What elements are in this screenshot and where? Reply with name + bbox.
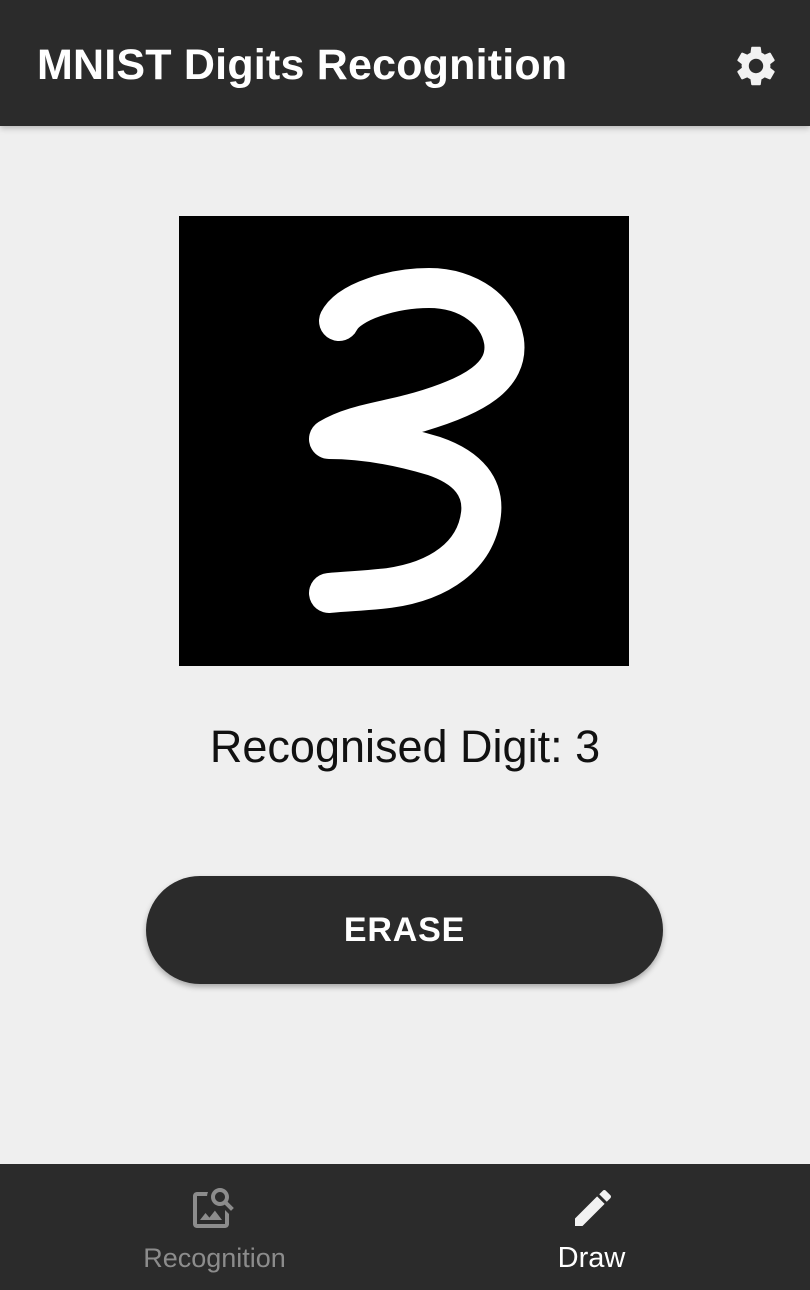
erase-button[interactable]: ERASE	[146, 876, 663, 984]
nav-item-draw[interactable]: Draw	[405, 1164, 810, 1290]
erase-button-label: ERASE	[343, 910, 466, 949]
nav-item-recognition[interactable]: Recognition	[0, 1164, 405, 1290]
nav-label-draw: Draw	[557, 1242, 626, 1274]
settings-button[interactable]	[728, 38, 784, 94]
nav-label-recognition: Recognition	[143, 1243, 286, 1273]
recognised-digit-label: Recognised Digit: 3	[209, 721, 601, 772]
drawn-digit-stroke	[309, 268, 525, 613]
drawing-canvas[interactable]	[179, 216, 629, 666]
app-title: MNIST Digits Recognition	[37, 41, 568, 89]
app-bar: MNIST Digits Recognition	[0, 0, 810, 126]
gear-icon	[737, 46, 775, 86]
pencil-icon	[567, 1182, 619, 1234]
image-search-icon	[187, 1182, 239, 1234]
bottom-navigation: Recognition Draw	[0, 1164, 810, 1290]
